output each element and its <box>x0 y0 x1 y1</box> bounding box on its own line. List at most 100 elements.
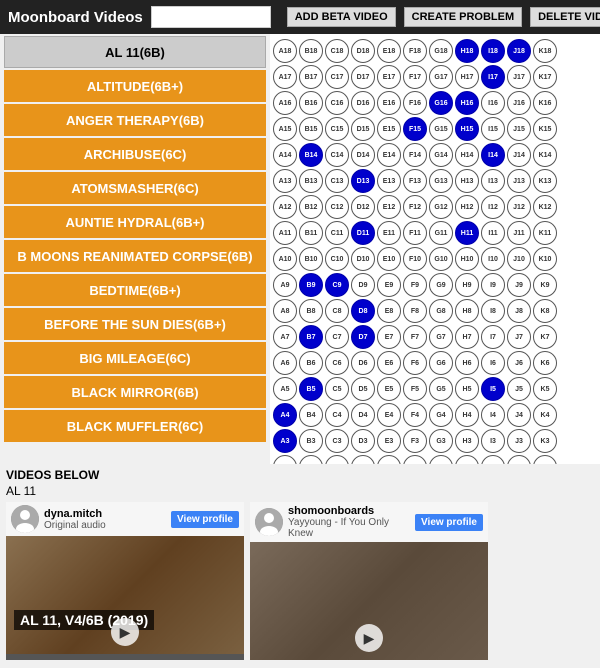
grid-cell-G15[interactable]: G15 <box>429 117 453 141</box>
video-thumbnail-1[interactable]: ▶ <box>250 542 488 660</box>
grid-cell-G16[interactable]: G16 <box>429 91 453 115</box>
grid-cell-H4[interactable]: H4 <box>455 403 479 427</box>
view-profile-button-0[interactable]: View profile <box>171 511 239 528</box>
grid-cell-J17[interactable]: J17 <box>507 65 531 89</box>
grid-cell-B7[interactable]: B7 <box>299 325 323 349</box>
grid-cell-G7[interactable]: G7 <box>429 325 453 349</box>
grid-cell-D2[interactable]: D2 <box>351 455 375 464</box>
grid-cell-B15[interactable]: B15 <box>299 117 323 141</box>
grid-cell-H18[interactable]: H18 <box>455 39 479 63</box>
grid-cell-J15[interactable]: J15 <box>507 117 531 141</box>
grid-cell-J12[interactable]: J12 <box>507 195 531 219</box>
grid-cell-A13[interactable]: A13 <box>273 169 297 193</box>
grid-cell-D15[interactable]: D15 <box>351 117 375 141</box>
grid-cell-E13[interactable]: E13 <box>377 169 401 193</box>
grid-cell-E14[interactable]: E14 <box>377 143 401 167</box>
grid-cell-E16[interactable]: E16 <box>377 91 401 115</box>
grid-cell-K12[interactable]: K12 <box>533 195 557 219</box>
grid-cell-B4[interactable]: B4 <box>299 403 323 427</box>
grid-cell-H2[interactable]: H2 <box>455 455 479 464</box>
grid-cell-J18[interactable]: J18 <box>507 39 531 63</box>
grid-cell-G2[interactable]: G2 <box>429 455 453 464</box>
grid-cell-E3[interactable]: E3 <box>377 429 401 453</box>
sidebar-item-5[interactable]: AUNTIE HYDRAL(6B+) <box>4 206 266 238</box>
grid-cell-E15[interactable]: E15 <box>377 117 401 141</box>
grid-cell-H15[interactable]: H15 <box>455 117 479 141</box>
grid-cell-K16[interactable]: K16 <box>533 91 557 115</box>
grid-cell-F17[interactable]: F17 <box>403 65 427 89</box>
grid-cell-A4[interactable]: A4 <box>273 403 297 427</box>
grid-cell-C11[interactable]: C11 <box>325 221 349 245</box>
grid-cell-A10[interactable]: A10 <box>273 247 297 271</box>
sidebar-item-2[interactable]: ANGER THERAPY(6B) <box>4 104 266 136</box>
grid-cell-G17[interactable]: G17 <box>429 65 453 89</box>
grid-cell-G8[interactable]: G8 <box>429 299 453 323</box>
grid-cell-E17[interactable]: E17 <box>377 65 401 89</box>
grid-cell-H10[interactable]: H10 <box>455 247 479 271</box>
grid-cell-I7[interactable]: I7 <box>481 325 505 349</box>
grid-cell-G9[interactable]: G9 <box>429 273 453 297</box>
video-thumbnail-0[interactable]: AL 11, V4/6B (2019)▶ <box>6 536 244 654</box>
grid-cell-A16[interactable]: A16 <box>273 91 297 115</box>
grid-cell-K2[interactable]: K2 <box>533 455 557 464</box>
grid-cell-K18[interactable]: K18 <box>533 39 557 63</box>
grid-cell-G11[interactable]: G11 <box>429 221 453 245</box>
grid-cell-J16[interactable]: J16 <box>507 91 531 115</box>
grid-cell-A2[interactable]: A2 <box>273 455 297 464</box>
grid-cell-B8[interactable]: B8 <box>299 299 323 323</box>
grid-cell-I18[interactable]: I18 <box>481 39 505 63</box>
grid-cell-K11[interactable]: K11 <box>533 221 557 245</box>
grid-cell-B11[interactable]: B11 <box>299 221 323 245</box>
grid-cell-G12[interactable]: G12 <box>429 195 453 219</box>
grid-cell-I8[interactable]: I8 <box>481 299 505 323</box>
grid-cell-E8[interactable]: E8 <box>377 299 401 323</box>
sidebar-item-11[interactable]: BLACK MUFFLER(6C) <box>4 410 266 442</box>
search-input[interactable] <box>151 6 271 28</box>
grid-cell-D10[interactable]: D10 <box>351 247 375 271</box>
grid-cell-E6[interactable]: E6 <box>377 351 401 375</box>
grid-cell-F18[interactable]: F18 <box>403 39 427 63</box>
grid-cell-I12[interactable]: I12 <box>481 195 505 219</box>
grid-cell-C17[interactable]: C17 <box>325 65 349 89</box>
grid-cell-A6[interactable]: A6 <box>273 351 297 375</box>
grid-cell-H11[interactable]: H11 <box>455 221 479 245</box>
grid-cell-C3[interactable]: C3 <box>325 429 349 453</box>
sidebar-item-6[interactable]: B MOONS REANIMATED CORPSE(6B) <box>4 240 266 272</box>
view-profile-button-1[interactable]: View profile <box>415 514 483 531</box>
grid-cell-H5[interactable]: H5 <box>455 377 479 401</box>
grid-cell-K6[interactable]: K6 <box>533 351 557 375</box>
grid-cell-A11[interactable]: A11 <box>273 221 297 245</box>
grid-cell-E5[interactable]: E5 <box>377 377 401 401</box>
grid-cell-F15[interactable]: F15 <box>403 117 427 141</box>
grid-cell-C16[interactable]: C16 <box>325 91 349 115</box>
grid-cell-B14[interactable]: B14 <box>299 143 323 167</box>
grid-cell-F11[interactable]: F11 <box>403 221 427 245</box>
sidebar-item-8[interactable]: BEFORE THE SUN DIES(6B+) <box>4 308 266 340</box>
grid-cell-G14[interactable]: G14 <box>429 143 453 167</box>
grid-cell-J14[interactable]: J14 <box>507 143 531 167</box>
grid-cell-I6[interactable]: I6 <box>481 351 505 375</box>
grid-cell-B18[interactable]: B18 <box>299 39 323 63</box>
grid-cell-B2[interactable]: B2 <box>299 455 323 464</box>
grid-cell-E4[interactable]: E4 <box>377 403 401 427</box>
grid-cell-I11[interactable]: I11 <box>481 221 505 245</box>
grid-cell-H17[interactable]: H17 <box>455 65 479 89</box>
grid-cell-K7[interactable]: K7 <box>533 325 557 349</box>
grid-cell-H6[interactable]: H6 <box>455 351 479 375</box>
sidebar-item-9[interactable]: BIG MILEAGE(6C) <box>4 342 266 374</box>
grid-cell-B13[interactable]: B13 <box>299 169 323 193</box>
grid-cell-I4[interactable]: I4 <box>481 403 505 427</box>
grid-cell-K15[interactable]: K15 <box>533 117 557 141</box>
grid-cell-I16[interactable]: I16 <box>481 91 505 115</box>
grid-cell-J5[interactable]: J5 <box>507 377 531 401</box>
grid-cell-B9[interactable]: B9 <box>299 273 323 297</box>
grid-cell-I14[interactable]: I14 <box>481 143 505 167</box>
grid-cell-G18[interactable]: G18 <box>429 39 453 63</box>
grid-cell-I13[interactable]: I13 <box>481 169 505 193</box>
grid-cell-A15[interactable]: A15 <box>273 117 297 141</box>
grid-cell-K9[interactable]: K9 <box>533 273 557 297</box>
grid-cell-F8[interactable]: F8 <box>403 299 427 323</box>
grid-cell-J4[interactable]: J4 <box>507 403 531 427</box>
grid-cell-D4[interactable]: D4 <box>351 403 375 427</box>
grid-cell-D7[interactable]: D7 <box>351 325 375 349</box>
